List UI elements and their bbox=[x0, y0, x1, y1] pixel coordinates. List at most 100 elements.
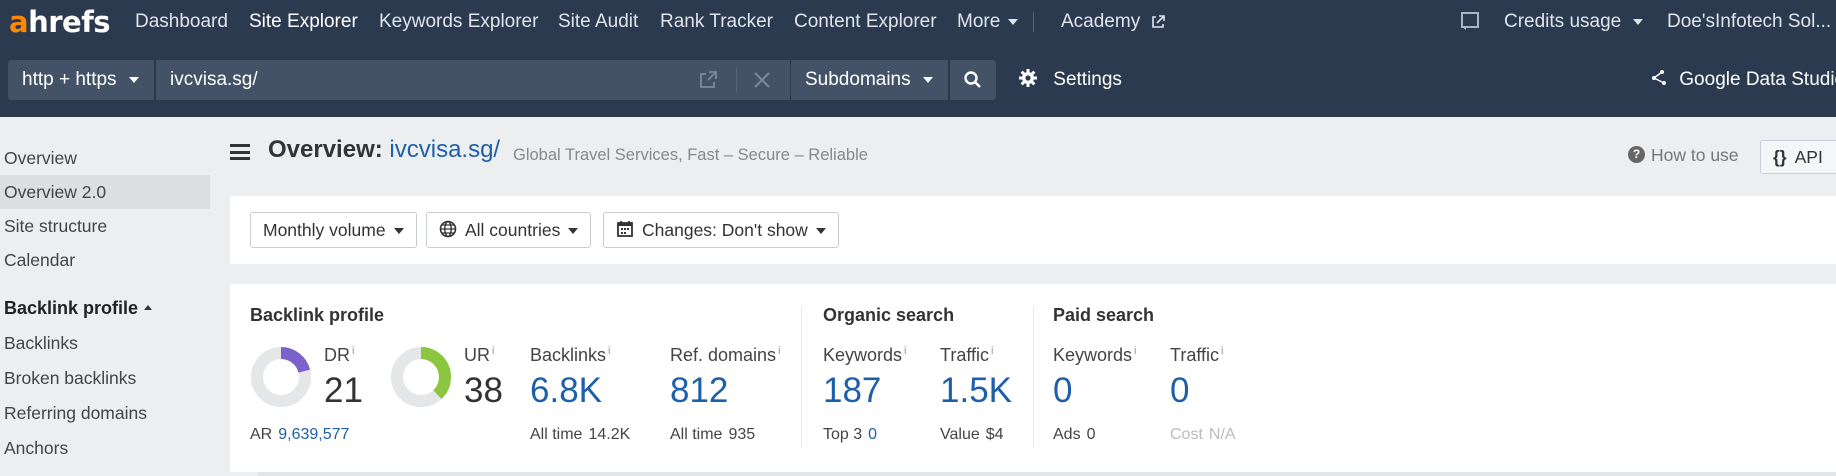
section-divider bbox=[1033, 306, 1034, 448]
top3-row: Top 3 0 bbox=[823, 426, 877, 444]
nav-rank-tracker[interactable]: Rank Tracker bbox=[660, 0, 773, 44]
refdomains-value[interactable]: 812 bbox=[670, 371, 728, 411]
sidebar-item-overview[interactable]: Overview bbox=[0, 141, 210, 175]
nav-academy[interactable]: Academy bbox=[1061, 0, 1166, 44]
nav-divider bbox=[1033, 12, 1034, 32]
chevron-up-icon bbox=[144, 304, 153, 310]
url-input[interactable]: ivcvisa.sg/ bbox=[156, 60, 790, 100]
nav-site-explorer[interactable]: Site Explorer bbox=[249, 0, 358, 44]
info-icon[interactable]: i bbox=[1134, 345, 1136, 357]
sidebar-item-backlinks[interactable]: Backlinks bbox=[0, 326, 210, 360]
backlinks-label[interactable]: Backlinks i bbox=[530, 345, 610, 366]
paid-traffic-label[interactable]: Traffic i bbox=[1170, 345, 1223, 366]
changes-dropdown[interactable]: Changes: Don't show bbox=[603, 212, 839, 248]
ads-label: Ads bbox=[1053, 426, 1081, 443]
sidebar-item-site-structure[interactable]: Site structure bbox=[0, 209, 210, 243]
nav-keywords-explorer[interactable]: Keywords Explorer bbox=[379, 0, 538, 44]
chevron-down-icon bbox=[922, 76, 933, 83]
backlink-profile-title: Backlink profile bbox=[250, 305, 385, 325]
nav-account[interactable]: Doe'sInfotech Sol... bbox=[1667, 0, 1831, 44]
protocol-select[interactable]: http + https bbox=[8, 60, 154, 100]
info-icon[interactable]: i bbox=[778, 345, 780, 357]
page-title: Overview: ivcvisa.sg/ bbox=[268, 136, 500, 164]
sidebar-item-broken-backlinks[interactable]: Broken backlinks bbox=[0, 361, 210, 395]
sidebar-item-calendar[interactable]: Calendar bbox=[0, 243, 210, 277]
refdomains-sub-label: All time bbox=[670, 426, 723, 443]
close-icon[interactable] bbox=[752, 70, 772, 90]
data-studio-icon bbox=[1652, 69, 1666, 85]
nav-site-audit[interactable]: Site Audit bbox=[558, 0, 638, 44]
info-icon[interactable]: i bbox=[492, 345, 494, 357]
info-icon[interactable]: i bbox=[1221, 345, 1223, 357]
sidebar-item-anchors[interactable]: Anchors bbox=[0, 431, 210, 465]
section-label: Backlink profile bbox=[4, 298, 139, 318]
title-prefix: Overview: bbox=[268, 136, 383, 163]
chevron-down-icon bbox=[1633, 18, 1644, 25]
top3-label: Top 3 bbox=[823, 426, 863, 443]
chevron-down-icon bbox=[1008, 18, 1019, 25]
api-button[interactable]: {} API bbox=[1760, 140, 1836, 174]
organic-traffic-label[interactable]: Traffic i bbox=[940, 345, 993, 366]
organic-traffic-value[interactable]: 1.5K bbox=[940, 371, 1012, 411]
title-domain[interactable]: ivcvisa.sg/ bbox=[389, 136, 500, 163]
info-icon[interactable]: i bbox=[352, 345, 354, 357]
backlinks-value[interactable]: 6.8K bbox=[530, 371, 602, 411]
menu-icon[interactable] bbox=[230, 144, 250, 160]
paid-keywords-value[interactable]: 0 bbox=[1053, 371, 1072, 411]
organic-keywords-value[interactable]: 187 bbox=[823, 371, 881, 411]
refdomains-label-text: Ref. domains bbox=[670, 345, 777, 365]
nav-more[interactable]: More bbox=[957, 0, 1019, 44]
cost-row: Cost N/A bbox=[1170, 426, 1236, 444]
refdomains-all-time: All time 935 bbox=[670, 426, 755, 444]
calendar-icon bbox=[617, 221, 633, 238]
search-button[interactable] bbox=[950, 60, 996, 100]
nav-academy-label: Academy bbox=[1061, 11, 1141, 32]
volume-label: Monthly volume bbox=[263, 220, 386, 240]
mode-select[interactable]: Subdomains bbox=[791, 60, 948, 100]
paid-keywords-label-text: Keywords bbox=[1053, 345, 1133, 365]
ur-label[interactable]: UR i bbox=[464, 345, 494, 366]
backlinks-sub-value: 14.2K bbox=[588, 426, 631, 443]
volume-dropdown[interactable]: Monthly volume bbox=[250, 212, 417, 248]
sidebar-item-overview-2[interactable]: Overview 2.0 bbox=[0, 175, 210, 209]
nav-credits-usage[interactable]: Credits usage bbox=[1504, 0, 1644, 44]
refdomains-label[interactable]: Ref. domains i bbox=[670, 345, 781, 366]
top3-value[interactable]: 0 bbox=[868, 426, 877, 443]
gds-label: Google Data Studio bbox=[1679, 69, 1836, 90]
chevron-down-icon bbox=[568, 228, 579, 235]
sidebar-item-referring-domains[interactable]: Referring domains bbox=[0, 396, 210, 430]
value-value: $4 bbox=[985, 426, 1004, 443]
backlinks-all-time: All time 14.2K bbox=[530, 426, 630, 444]
section-divider bbox=[801, 306, 802, 448]
how-to-use-link[interactable]: ? How to use bbox=[1628, 145, 1739, 166]
sidebar-section-backlink-profile[interactable]: Backlink profile bbox=[0, 291, 210, 325]
ur-donut-chart bbox=[391, 347, 451, 407]
organic-search-title: Organic search bbox=[823, 305, 955, 325]
info-icon[interactable]: i bbox=[991, 345, 993, 357]
sidebar: Overview Overview 2.0 Site structure Cal… bbox=[0, 117, 210, 476]
logo-rest: hrefs bbox=[28, 5, 111, 39]
paid-keywords-label[interactable]: Keywords i bbox=[1053, 345, 1136, 366]
countries-dropdown[interactable]: All countries bbox=[426, 212, 592, 248]
ar-value[interactable]: 9,639,577 bbox=[278, 426, 349, 443]
globe-icon bbox=[439, 221, 457, 238]
mode-label: Subdomains bbox=[805, 69, 911, 90]
paid-traffic-value[interactable]: 0 bbox=[1170, 371, 1189, 411]
nav-more-label: More bbox=[957, 11, 1001, 32]
info-icon[interactable]: i bbox=[608, 345, 610, 357]
ur-value: 38 bbox=[464, 371, 503, 410]
search-icon bbox=[964, 71, 981, 88]
settings-button[interactable]: Settings bbox=[1018, 60, 1122, 100]
ahrefs-logo[interactable]: ahrefs bbox=[9, 2, 111, 42]
organic-keywords-label[interactable]: Keywords i bbox=[823, 345, 906, 366]
paid-traffic-label-text: Traffic bbox=[1170, 345, 1220, 365]
nav-dashboard[interactable]: Dashboard bbox=[135, 0, 228, 44]
nav-content-explorer[interactable]: Content Explorer bbox=[794, 0, 937, 44]
info-icon[interactable]: i bbox=[904, 345, 906, 357]
dr-donut-chart bbox=[251, 347, 311, 407]
credits-label: Credits usage bbox=[1504, 11, 1622, 32]
notifications-icon[interactable] bbox=[1460, 11, 1480, 31]
google-data-studio-link[interactable]: Google Data Studio bbox=[1650, 60, 1836, 100]
dr-label[interactable]: DR i bbox=[324, 345, 354, 366]
open-external-icon[interactable] bbox=[698, 70, 718, 90]
